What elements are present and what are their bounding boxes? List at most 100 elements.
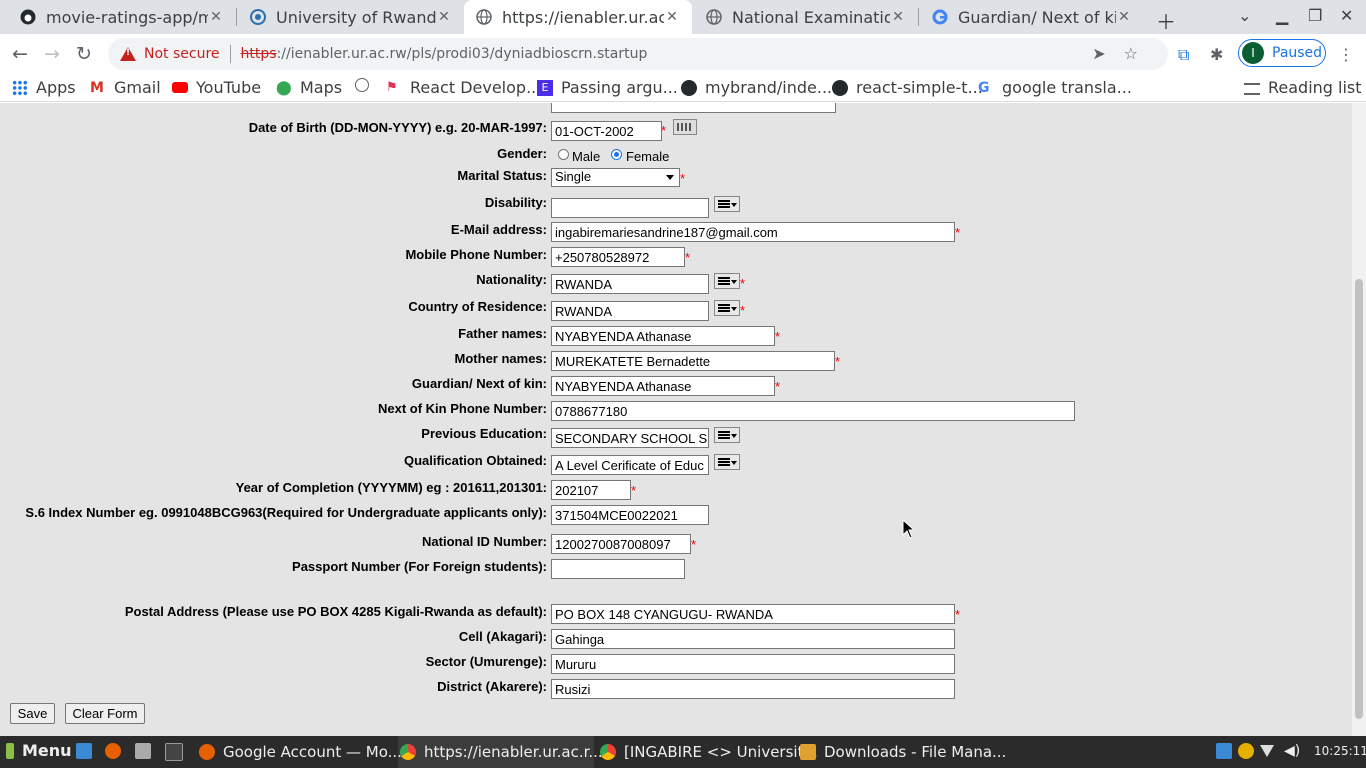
mother-names-field[interactable]: MUREKATETE Bernadette bbox=[551, 351, 835, 371]
index-number-field[interactable]: 371504MCE0022021 bbox=[551, 505, 709, 525]
reading-list-label: Reading list bbox=[1268, 78, 1362, 97]
close-icon[interactable]: ✕ bbox=[1116, 9, 1132, 25]
wifi-icon[interactable] bbox=[1260, 745, 1274, 757]
send-tab-icon[interactable]: ➤ bbox=[1092, 44, 1123, 63]
district-label: District (Akarere): bbox=[437, 679, 547, 694]
close-icon[interactable]: ✕ bbox=[664, 9, 680, 25]
required-marker: * bbox=[835, 354, 841, 369]
bookmark-react-develop[interactable]: ⚑ React Develop... bbox=[386, 78, 541, 97]
browser-menu-icon[interactable]: ⋮ bbox=[1338, 45, 1354, 64]
reading-list[interactable]: Reading list bbox=[1244, 78, 1362, 97]
url-text: ://ienabler.ur.ac.rw/pls/prodi03/dyniadb… bbox=[276, 46, 648, 62]
disability-field[interactable] bbox=[551, 198, 709, 218]
bookmark-star-icon[interactable]: ☆ bbox=[1124, 44, 1156, 63]
not-secure-label[interactable]: Not secure bbox=[144, 46, 220, 62]
translate-extension-icon[interactable]: ⧉ bbox=[1178, 45, 1189, 65]
national-id-field[interactable]: 1200270087008097 bbox=[551, 534, 691, 554]
country-residence-field[interactable]: RWANDA bbox=[551, 301, 709, 321]
profile-button[interactable]: I Paused bbox=[1238, 39, 1326, 67]
clear-form-button[interactable]: Clear Form bbox=[65, 703, 145, 724]
terminal-launcher-icon[interactable] bbox=[165, 743, 191, 761]
tab-national-examination[interactable]: National Examination a ✕ bbox=[694, 0, 918, 34]
chrome-icon bbox=[400, 744, 416, 760]
list-picker-icon[interactable] bbox=[714, 454, 740, 470]
bookmark-google-translate[interactable]: Ggoogle transla... bbox=[978, 78, 1132, 97]
dob-field[interactable]: 01-OCT-2002 bbox=[551, 121, 662, 141]
postal-address-field[interactable]: PO BOX 148 CYANGUGU- RWANDA bbox=[551, 604, 955, 624]
previous-education-field[interactable]: SECONDARY SCHOOL S bbox=[551, 428, 709, 448]
district-field[interactable]: Rusizi bbox=[551, 679, 955, 699]
save-button[interactable]: Save bbox=[10, 703, 55, 724]
reading-list-icon bbox=[1244, 82, 1260, 95]
page-scrollbar[interactable] bbox=[1352, 103, 1366, 736]
bookmark-label: Apps bbox=[36, 78, 76, 97]
tray-update-icon[interactable] bbox=[1238, 743, 1254, 759]
window-title: [INGABIRE <> Universit... bbox=[624, 743, 818, 761]
email-field[interactable]: ingabiremariesandrine187@gmail.com bbox=[551, 222, 955, 242]
forward-button[interactable]: → bbox=[44, 43, 60, 65]
close-icon[interactable]: ✕ bbox=[436, 9, 452, 25]
marital-status-select[interactable]: Single bbox=[551, 168, 680, 187]
gender-female-radio[interactable] bbox=[611, 149, 622, 160]
guardian-field[interactable]: NYABYENDA Athanase bbox=[551, 376, 775, 396]
list-picker-icon[interactable] bbox=[714, 273, 740, 289]
calendar-icon[interactable] bbox=[673, 119, 697, 135]
gender-male-radio[interactable] bbox=[558, 149, 569, 160]
address-bar[interactable]: Not secure https://ienabler.ur.ac.rw/pls… bbox=[108, 38, 1168, 70]
clock[interactable]: 10:25:11 bbox=[1314, 744, 1366, 758]
nationality-field[interactable]: RWANDA bbox=[551, 274, 709, 294]
qualification-field[interactable]: A Level Cerificate of Educ bbox=[551, 455, 709, 475]
taskbar-window-ienabler[interactable]: https://ienabler.ur.ac.r... bbox=[400, 743, 603, 761]
firefox-launcher-icon[interactable] bbox=[105, 743, 129, 759]
browser-toolbar: ← → ↻ Not secure https://ienabler.ur.ac.… bbox=[0, 34, 1366, 74]
files-launcher-icon[interactable] bbox=[135, 743, 159, 759]
back-button[interactable]: ← bbox=[12, 43, 28, 65]
tab-university-of-rwanda[interactable]: University of Rwanda ✕ bbox=[238, 0, 464, 34]
gender-female-label: Female bbox=[626, 149, 670, 164]
bookmark-apps[interactable]: Apps bbox=[12, 78, 76, 97]
sector-field[interactable]: Mururu bbox=[551, 654, 955, 674]
mobile-phone-field[interactable]: +250780528972 bbox=[551, 247, 685, 267]
close-icon[interactable]: ✕ bbox=[208, 9, 224, 25]
taskbar-window-ingabire[interactable]: [INGABIRE <> Universit... bbox=[600, 743, 818, 761]
volume-icon[interactable]: ◀) bbox=[1284, 743, 1300, 759]
extensions-puzzle-icon[interactable]: ✱ bbox=[1210, 45, 1223, 64]
tab-search-icon[interactable]: ⌄ bbox=[1238, 6, 1251, 25]
bookmark-passing-argu[interactable]: E Passing argu... bbox=[537, 78, 678, 97]
tab-ienabler-active[interactable]: https://ienabler.ur.ac.rw ✕ bbox=[464, 0, 692, 34]
show-desktop-icon[interactable] bbox=[76, 743, 100, 759]
kin-phone-field[interactable]: 0788677180 bbox=[551, 401, 1075, 421]
scrollbar-thumb[interactable] bbox=[1355, 279, 1363, 719]
close-icon[interactable]: ✕ bbox=[890, 9, 906, 25]
desktop-icon bbox=[76, 743, 92, 759]
required-marker: * bbox=[740, 276, 746, 291]
tray-screen-icon[interactable] bbox=[1216, 743, 1232, 759]
reload-button[interactable]: ↻ bbox=[76, 43, 92, 65]
tab-movie-ratings[interactable]: movie-ratings-app/mai ✕ bbox=[8, 0, 236, 34]
taskbar-window-downloads[interactable]: Downloads - File Mana... bbox=[800, 743, 1006, 761]
taskbar-window-google-account[interactable]: Google Account — Mo... bbox=[199, 743, 402, 761]
bookmark-label: Passing argu... bbox=[561, 78, 678, 97]
cell-label: Cell (Akagari): bbox=[458, 629, 547, 644]
maximize-button[interactable]: ❐ bbox=[1308, 6, 1322, 25]
list-picker-icon[interactable] bbox=[714, 427, 740, 443]
bookmark-youtube[interactable]: YouTube bbox=[172, 78, 261, 97]
year-completion-field[interactable]: 202107 bbox=[551, 480, 631, 500]
tab-google-guardian[interactable]: Guardian/ Next of kin: s ✕ bbox=[920, 0, 1144, 34]
close-window-button[interactable]: ✕ bbox=[1340, 6, 1353, 25]
bookmark-mybrand[interactable]: mybrand/inde... bbox=[681, 78, 832, 97]
new-tab-button[interactable]: ＋ bbox=[1156, 6, 1176, 35]
list-picker-icon[interactable] bbox=[714, 300, 740, 316]
firefox-icon bbox=[105, 743, 121, 759]
cell-field[interactable]: Gahinga bbox=[551, 629, 955, 649]
bookmark-maps[interactable]: ⬤ Maps bbox=[276, 78, 342, 97]
previous-name-field-partial[interactable] bbox=[551, 103, 836, 113]
start-menu-button[interactable]: Menu bbox=[6, 741, 72, 760]
father-names-field[interactable]: NYABYENDA Athanase bbox=[551, 326, 775, 346]
bookmark-gmail[interactable]: M Gmail bbox=[90, 78, 161, 97]
passport-field[interactable] bbox=[551, 559, 685, 579]
bookmark-globe[interactable] bbox=[355, 78, 377, 92]
bookmark-react-simple[interactable]: react-simple-t... bbox=[832, 78, 983, 97]
minimize-button[interactable]: ▁ bbox=[1276, 6, 1288, 25]
list-picker-icon[interactable] bbox=[714, 196, 740, 212]
